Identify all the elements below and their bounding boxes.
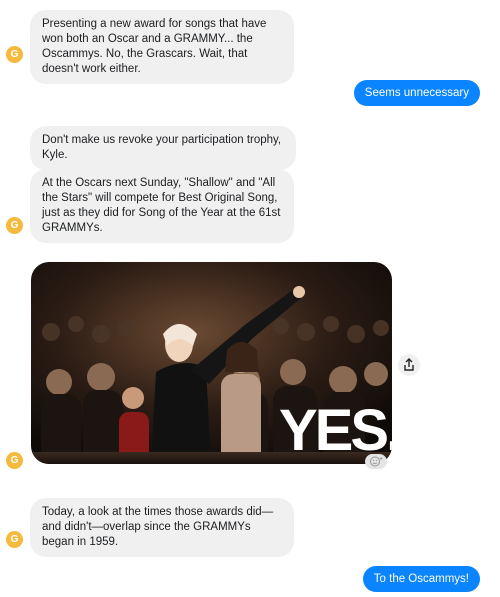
message-text: Today, a look at the times those awards … xyxy=(42,506,274,548)
share-icon xyxy=(404,358,414,371)
add-reaction-button[interactable] xyxy=(365,454,387,469)
smiley-icon xyxy=(370,456,383,467)
share-button[interactable] xyxy=(398,354,420,376)
incoming-message: Presenting a new award for songs that ha… xyxy=(30,10,294,84)
bot-avatar: G xyxy=(6,46,23,63)
message-text: At the Oscars next Sunday, "Shallow" and… xyxy=(42,177,281,234)
message-text: Presenting a new award for songs that ha… xyxy=(42,18,267,75)
bot-avatar: G xyxy=(6,531,23,548)
message-text: Don't make us revoke your participation … xyxy=(42,134,282,161)
bot-avatar: G xyxy=(6,217,23,234)
message-text: To the Oscammys! xyxy=(373,573,469,585)
bot-avatar: G xyxy=(6,452,23,469)
incoming-message: Today, a look at the times those awards … xyxy=(30,498,294,557)
outgoing-message: Seems unnecessary xyxy=(353,80,480,106)
message-text: Seems unnecessary xyxy=(364,87,469,99)
incoming-message: At the Oscars next Sunday, "Shallow" and… xyxy=(30,169,294,243)
incoming-message: Don't make us revoke your participation … xyxy=(30,126,296,170)
gif-image[interactable]: YES. xyxy=(31,262,392,464)
outgoing-message: To the Oscammys! xyxy=(362,566,480,592)
